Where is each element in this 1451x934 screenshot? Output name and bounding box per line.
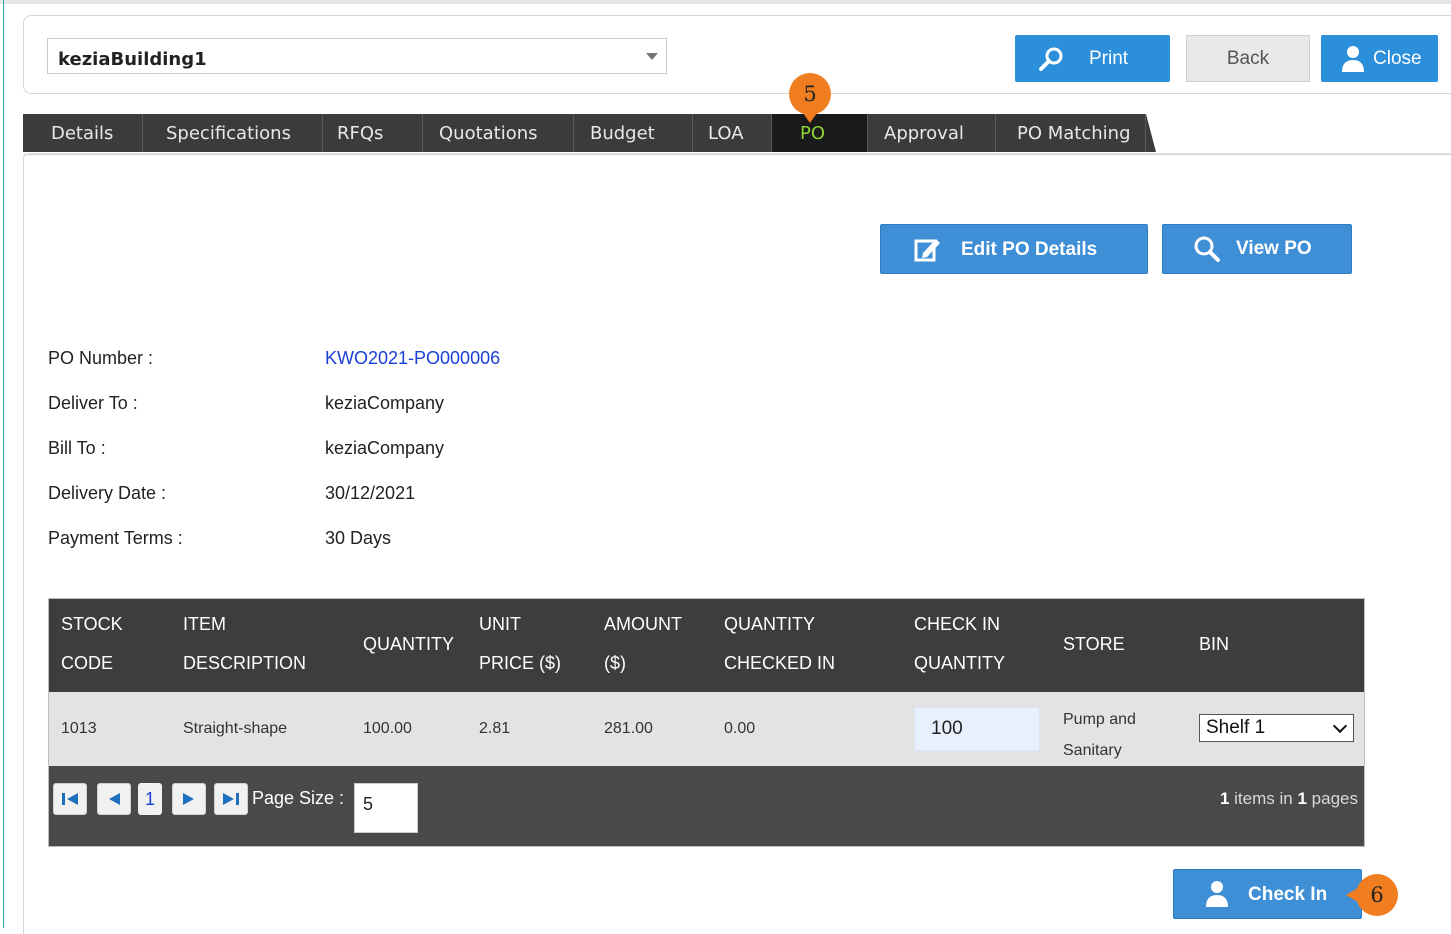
first-page-icon bbox=[62, 793, 78, 805]
cell-qty-checked-in: 0.00 bbox=[724, 720, 756, 737]
tab-label: Details bbox=[51, 122, 114, 144]
view-po-button[interactable]: View PO bbox=[1162, 224, 1352, 274]
tab-bar-start bbox=[23, 114, 37, 152]
tab-label: RFQs bbox=[337, 122, 384, 144]
tab-label: PO bbox=[800, 122, 826, 144]
building-select-value: keziaBuilding1 bbox=[58, 49, 207, 70]
check-in-quantity-input[interactable]: 100 bbox=[914, 707, 1040, 751]
edit-po-details-label: Edit PO Details bbox=[961, 239, 1098, 260]
page-number-1[interactable]: 1 bbox=[138, 783, 162, 815]
payment-terms-value: 30 Days bbox=[325, 528, 392, 548]
first-page-button[interactable] bbox=[53, 783, 87, 815]
tab-label: LOA bbox=[708, 122, 744, 144]
po-number-link[interactable]: KWO2021-PO000006 bbox=[325, 348, 500, 369]
tab-label: PO Matching bbox=[1017, 122, 1131, 144]
last-page-button[interactable] bbox=[214, 783, 248, 815]
print-label: Print bbox=[1089, 48, 1129, 69]
step-5-pointer bbox=[803, 113, 817, 123]
tab-loa[interactable]: LOA bbox=[693, 114, 772, 152]
cell-stock-code: 1013 bbox=[61, 720, 97, 737]
tab-po[interactable]: PO bbox=[772, 114, 868, 152]
print-button[interactable]: Print bbox=[1015, 35, 1170, 82]
bill-to-value: keziaCompany bbox=[325, 438, 445, 458]
top-strip bbox=[0, 0, 1451, 4]
view-po-label: View PO bbox=[1236, 238, 1312, 259]
next-page-icon bbox=[183, 793, 194, 805]
cell-store: Pump and Sanitary bbox=[1063, 711, 1136, 759]
tab-label: Quotations bbox=[439, 122, 538, 144]
back-button[interactable]: Back bbox=[1186, 35, 1310, 82]
step-6-badge: 6 bbox=[1356, 874, 1398, 916]
step-5-badge: 5 bbox=[789, 73, 831, 115]
bin-select[interactable]: Shelf 1 bbox=[1199, 714, 1354, 742]
user-icon bbox=[1342, 46, 1364, 72]
po-number-label: PO Number : bbox=[48, 348, 154, 368]
edit-icon bbox=[914, 239, 940, 262]
grid-header: STOCK CODE ITEM DESCRIPTION QUANTITY UNIT P… bbox=[49, 599, 1364, 692]
magnifier-icon bbox=[1039, 47, 1063, 71]
prev-page-button[interactable] bbox=[97, 783, 131, 815]
pager: 1 Page Size : 5 1 items in 1 pages bbox=[49, 766, 1364, 846]
tab-label: Specifications bbox=[166, 122, 291, 144]
back-label: Back bbox=[1226, 47, 1270, 69]
cell-unit-price: 2.81 bbox=[479, 720, 511, 737]
prev-page-icon bbox=[109, 793, 120, 805]
user-icon bbox=[1206, 881, 1228, 907]
deliver-to-label: Deliver To : bbox=[48, 393, 138, 413]
page-size-input[interactable]: 5 bbox=[354, 783, 418, 833]
tab-label: Budget bbox=[590, 122, 655, 144]
col-amount[interactable]: AMOUNT ($) bbox=[604, 605, 682, 683]
chevron-down-icon bbox=[1332, 718, 1348, 734]
tab-bar-end bbox=[1146, 114, 1156, 152]
search-icon bbox=[1194, 236, 1220, 262]
close-button[interactable]: Close bbox=[1321, 35, 1438, 82]
deliver-to-value: keziaCompany bbox=[325, 393, 445, 413]
bill-to-label: Bill To : bbox=[48, 438, 106, 458]
tab-quotations[interactable]: Quotations bbox=[423, 114, 574, 152]
tab-specifications[interactable]: Specifications bbox=[143, 114, 323, 152]
last-page-icon bbox=[223, 793, 239, 805]
delivery-date-label: Delivery Date : bbox=[48, 483, 167, 503]
col-bin[interactable]: BIN bbox=[1199, 625, 1229, 664]
col-unit-price[interactable]: UNIT PRICE ($) bbox=[479, 605, 561, 683]
check-in-label: Check In bbox=[1248, 884, 1328, 905]
cell-amount: 281.00 bbox=[604, 720, 653, 737]
tab-details[interactable]: Details bbox=[37, 114, 143, 152]
next-page-button[interactable] bbox=[172, 783, 206, 815]
col-check-in-quantity[interactable]: CHECK IN QUANTITY bbox=[914, 605, 1005, 683]
step-6-pointer bbox=[1346, 888, 1358, 902]
tab-po-matching[interactable]: PO Matching bbox=[996, 114, 1146, 152]
col-quantity-checked-in[interactable]: QUANTITY CHECKED IN bbox=[724, 605, 835, 683]
tab-approval[interactable]: Approval bbox=[868, 114, 996, 152]
cell-quantity: 100.00 bbox=[363, 720, 412, 737]
edit-po-details-button[interactable]: Edit PO Details bbox=[880, 224, 1148, 274]
delivery-date-value: 30/12/2021 bbox=[325, 483, 416, 503]
tab-label: Approval bbox=[884, 122, 964, 144]
check-in-button[interactable]: Check In bbox=[1173, 869, 1362, 919]
table-row: 1013 Straight-shape 100.00 2.81 281.00 0… bbox=[49, 692, 1364, 766]
tab-rfqs[interactable]: RFQs bbox=[323, 114, 423, 152]
payment-terms-label: Payment Terms : bbox=[48, 528, 183, 548]
left-border bbox=[3, 0, 4, 928]
po-items-grid: STOCK CODE ITEM DESCRIPTION QUANTITY UNIT P… bbox=[48, 598, 1365, 847]
col-store[interactable]: STORE bbox=[1063, 625, 1125, 664]
cell-description: Straight-shape bbox=[183, 720, 288, 737]
bin-select-value: Shelf 1 bbox=[1206, 717, 1266, 738]
tab-budget[interactable]: Budget bbox=[574, 114, 693, 152]
page-size-label: Page Size : bbox=[252, 788, 345, 808]
close-label: Close bbox=[1373, 48, 1422, 69]
dropdown-caret-icon bbox=[646, 53, 658, 60]
col-item-description[interactable]: ITEM DESCRIPTION bbox=[183, 605, 306, 683]
building-select[interactable]: keziaBuilding1 bbox=[47, 38, 667, 74]
items-count-info: 1 items in 1 pages bbox=[1219, 789, 1358, 808]
col-quantity[interactable]: QUANTITY bbox=[363, 625, 454, 664]
col-stock-code[interactable]: STOCK CODE bbox=[61, 605, 123, 683]
